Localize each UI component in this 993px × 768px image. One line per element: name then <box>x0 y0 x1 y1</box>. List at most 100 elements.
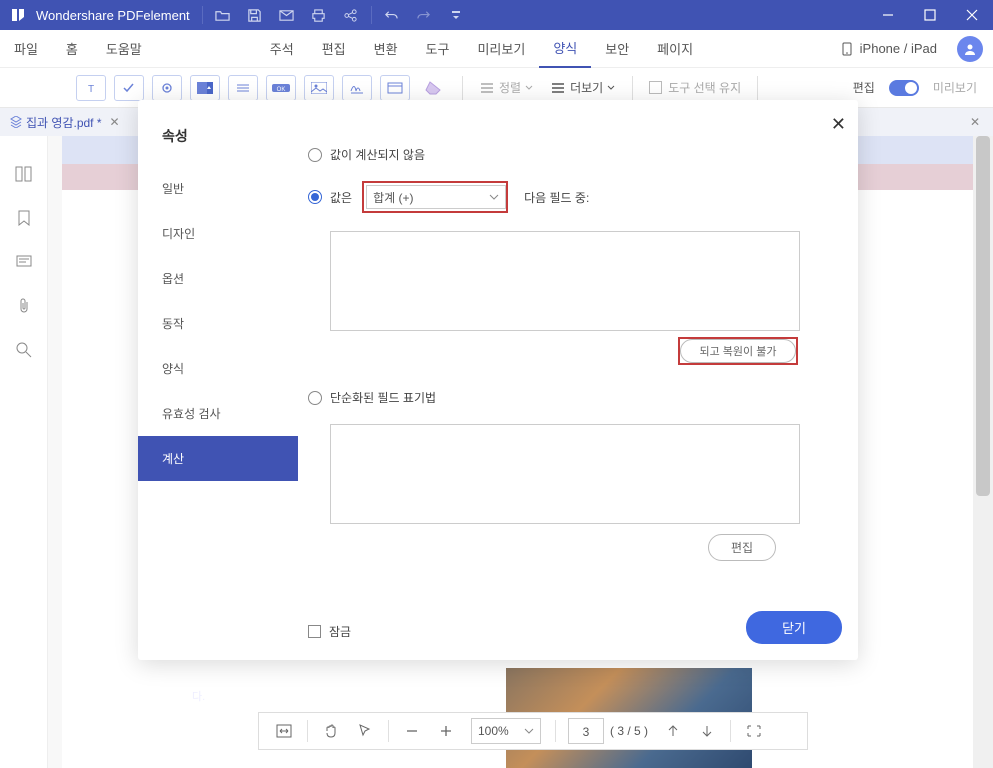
search-panel-icon[interactable] <box>8 332 40 368</box>
vertical-scrollbar[interactable] <box>973 136 993 768</box>
dialog-nav-validate[interactable]: 유효성 검사 <box>138 391 298 436</box>
radio-simplified-notation[interactable] <box>308 391 322 405</box>
statusbar: 100% 3 ( 3 / 5 ) <box>258 712 808 750</box>
menu-tool[interactable]: 도구 <box>412 30 464 68</box>
menu-file[interactable]: 파일 <box>0 30 52 68</box>
listbox-tool-icon[interactable] <box>228 75 258 101</box>
page-number-input[interactable]: 3 <box>568 718 604 744</box>
tab-close-icon[interactable]: ✕ <box>110 115 120 129</box>
document-tab-label: 집과 영감.pdf * <box>26 114 102 131</box>
menu-home[interactable]: 홈 <box>52 30 92 68</box>
share-icon[interactable] <box>335 0 367 30</box>
quick-access-dropdown-icon[interactable] <box>440 0 472 30</box>
svg-text:OK: OK <box>277 87 286 93</box>
option-simplified-label: 단순화된 필드 표기법 <box>330 389 436 406</box>
document-tab[interactable]: 집과 영감.pdf * ✕ <box>0 108 130 136</box>
fit-width-icon[interactable] <box>267 716 301 746</box>
more-dropdown[interactable]: 더보기 <box>542 79 624 96</box>
dialog-close-button[interactable]: 닫기 <box>746 611 842 644</box>
zoom-value: 100% <box>478 724 509 738</box>
operation-select-value: 합계 (+) <box>373 189 413 206</box>
menu-page[interactable]: 페이지 <box>643 30 707 68</box>
combobox-tool-icon[interactable] <box>190 75 220 101</box>
menubar: 파일 홈 도움말 주석 편집 변환 도구 미리보기 양식 보안 페이지 iPho… <box>0 30 993 68</box>
dialog-title: 속성 <box>138 126 298 166</box>
zoom-out-icon[interactable] <box>395 716 429 746</box>
page-total-label: ( 3 / 5 ) <box>610 724 648 738</box>
dialog-nav-format[interactable]: 양식 <box>138 346 298 391</box>
attachments-panel-icon[interactable] <box>8 288 40 324</box>
fields-list-textarea[interactable] <box>330 231 800 331</box>
menu-help[interactable]: 도움말 <box>92 30 156 68</box>
edit-preview-toggle[interactable] <box>889 80 919 96</box>
window-close-button[interactable] <box>951 0 993 30</box>
pick-fields-highlight: 되고 복원이 불가 <box>678 337 798 365</box>
titlebar: Wondershare PDFelement <box>0 0 993 30</box>
print-icon[interactable] <box>303 0 335 30</box>
zoom-in-icon[interactable] <box>429 716 463 746</box>
radio-not-calculated[interactable] <box>308 148 322 162</box>
left-sidebar <box>0 136 48 768</box>
operation-select[interactable]: 합계 (+) <box>366 185 506 209</box>
window-minimize-button[interactable] <box>867 0 909 30</box>
hand-tool-icon[interactable] <box>314 716 348 746</box>
prev-page-icon[interactable] <box>656 716 690 746</box>
edit-script-button[interactable]: 편집 <box>708 534 776 561</box>
select-tool-icon[interactable] <box>348 716 382 746</box>
checkbox-tool-icon[interactable] <box>114 75 144 101</box>
menu-form[interactable]: 양식 <box>539 30 591 68</box>
zoom-select[interactable]: 100% <box>471 718 541 744</box>
edit-mode-label: 편집 <box>845 79 883 96</box>
dialog-nav-general[interactable]: 일반 <box>138 166 298 211</box>
text-field-tool-icon[interactable]: T <box>76 75 106 101</box>
menu-view[interactable]: 미리보기 <box>463 30 539 68</box>
window-maximize-button[interactable] <box>909 0 951 30</box>
align-dropdown[interactable]: 정렬 <box>471 79 542 96</box>
menu-protect[interactable]: 보안 <box>591 30 643 68</box>
menu-edit[interactable]: 편집 <box>308 30 360 68</box>
device-button[interactable]: iPhone / iPad <box>830 41 947 56</box>
button-tool-icon[interactable]: OK <box>266 75 296 101</box>
date-field-tool-icon[interactable] <box>380 75 410 101</box>
dialog-nav-calculate[interactable]: 계산 <box>138 436 298 481</box>
save-icon[interactable] <box>239 0 271 30</box>
operation-select-highlight: 합계 (+) <box>362 181 508 213</box>
dialog-nav-options[interactable]: 옵션 <box>138 256 298 301</box>
dialog-nav-appearance[interactable]: 디자인 <box>138 211 298 256</box>
pick-fields-button[interactable]: 되고 복원이 불가 <box>680 339 796 363</box>
lock-checkbox[interactable] <box>308 625 321 638</box>
properties-dialog: ✕ 속성 일반 디자인 옵션 동작 양식 유효성 검사 계산 값이 계산되지 않… <box>138 100 858 660</box>
simplified-notation-textarea[interactable] <box>330 424 800 524</box>
menu-convert[interactable]: 변환 <box>360 30 412 68</box>
radio-tool-icon[interactable] <box>152 75 182 101</box>
bookmarks-panel-icon[interactable] <box>8 200 40 236</box>
menu-comment[interactable]: 주석 <box>256 30 308 68</box>
dialog-nav-actions[interactable]: 동작 <box>138 301 298 346</box>
thumbnails-panel-icon[interactable] <box>8 156 40 192</box>
comments-panel-icon[interactable] <box>8 244 40 280</box>
redo-icon[interactable] <box>408 0 440 30</box>
lock-label: 잠금 <box>329 623 351 640</box>
tabs-close-all-icon[interactable]: ✕ <box>961 108 989 136</box>
fit-page-icon[interactable] <box>737 716 771 746</box>
eraser-tool-icon[interactable] <box>414 73 454 103</box>
signature-field-tool-icon[interactable] <box>342 75 372 101</box>
keep-tool-checkbox[interactable]: 도구 선택 유지 <box>641 79 749 96</box>
option-value-is-label: 값은 <box>330 189 352 206</box>
radio-value-is[interactable] <box>308 190 322 204</box>
svg-text:T: T <box>88 84 94 94</box>
next-page-icon[interactable] <box>690 716 724 746</box>
option-not-calculated-label: 값이 계산되지 않음 <box>330 146 425 163</box>
dialog-close-icon[interactable]: ✕ <box>831 114 846 135</box>
mail-icon[interactable] <box>271 0 303 30</box>
open-folder-icon[interactable] <box>207 0 239 30</box>
preview-mode-label: 미리보기 <box>925 79 985 96</box>
page-text-fragment: 다. <box>192 688 205 704</box>
user-avatar-icon[interactable] <box>957 36 983 62</box>
app-logo-icon <box>6 3 30 27</box>
scrollbar-thumb[interactable] <box>976 136 990 496</box>
following-fields-label: 다음 필드 중: <box>524 189 589 206</box>
image-field-tool-icon[interactable] <box>304 75 334 101</box>
undo-icon[interactable] <box>376 0 408 30</box>
device-label: iPhone / iPad <box>860 41 937 56</box>
